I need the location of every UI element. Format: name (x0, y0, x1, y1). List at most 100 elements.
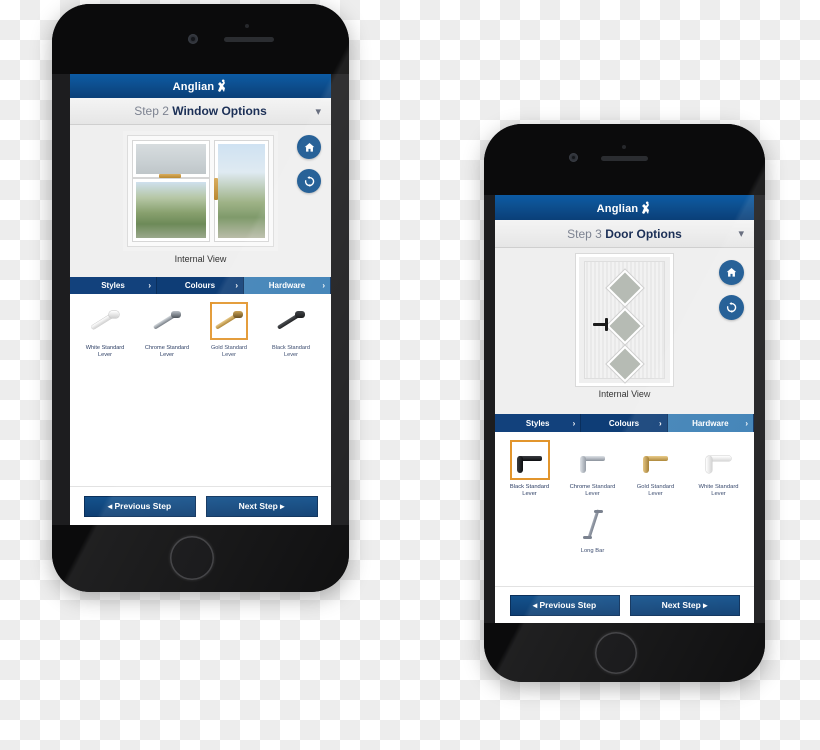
step-title: Window Options (172, 104, 267, 118)
option-tabs: Styles › Colours › Hardware › (495, 414, 754, 432)
window-lever-icon (90, 306, 120, 336)
home-button-hardware[interactable] (595, 632, 637, 674)
refresh-icon (304, 175, 314, 187)
left-arrow-icon: ◂ (107, 500, 113, 511)
previous-step-button[interactable]: ◂ Previous Step (509, 594, 620, 616)
preview-caption: Internal View (174, 254, 227, 264)
phone2-bottom-bezel (484, 623, 765, 682)
window-lever-icon (276, 306, 306, 336)
chevron-down-icon[interactable]: ▾ (315, 105, 321, 118)
tab-hardware[interactable]: Hardware › (244, 277, 331, 294)
tab-styles-label: Styles (101, 281, 125, 290)
door-leaf (584, 261, 665, 380)
home-button[interactable] (297, 135, 321, 159)
hardware-option[interactable]: White Standard Lever (74, 302, 136, 358)
previous-step-label: Previous Step (114, 501, 172, 511)
hardware-subname: Lever (648, 490, 663, 497)
anglian-logo-text: Anglian (172, 81, 215, 93)
reset-button[interactable] (297, 169, 321, 193)
hardware-option-selected[interactable]: Black Standard Lever (498, 440, 561, 498)
hardware-thumbnail[interactable] (148, 302, 186, 340)
tab-colours[interactable]: Colours › (581, 414, 668, 432)
hardware-name: Black Standard (272, 345, 310, 351)
next-step-button[interactable]: Next Step ▸ (205, 495, 318, 517)
chevron-right-icon: › (148, 281, 151, 290)
door-lever-icon (703, 444, 735, 476)
anglian-logo-text: Anglian (596, 202, 639, 215)
door-glass-diamond (608, 310, 641, 342)
hardware-thumbnail[interactable] (698, 440, 739, 480)
hardware-thumbnail[interactable] (509, 440, 550, 480)
proximity-sensor-icon (622, 145, 626, 149)
home-button-hardware[interactable] (170, 536, 214, 580)
hardware-thumbnail[interactable] (572, 503, 613, 544)
anglian-logo: Anglian (597, 201, 653, 215)
window-bottom-sash (131, 178, 211, 242)
tab-colours[interactable]: Colours › (157, 277, 244, 294)
tab-styles[interactable]: Styles › (70, 277, 157, 294)
hardware-thumbnail[interactable] (86, 302, 124, 340)
hardware-subname: Lever (98, 351, 112, 358)
hardware-name: White Standard (698, 484, 739, 490)
anglian-logo: Anglian (173, 79, 229, 93)
earpiece-speaker-icon (601, 156, 648, 161)
chevron-right-icon: › (235, 281, 238, 290)
hardware-option[interactable]: Chrome Standard Lever (561, 440, 624, 498)
home-icon (726, 268, 737, 277)
phone1-screen: Anglian Step 2 Window Options ▾ Internal… (70, 74, 331, 525)
long-bar-handle-icon (578, 507, 608, 541)
step-header[interactable]: Step 2 Window Options ▾ (70, 98, 331, 125)
hardware-name: White Standard (85, 345, 125, 351)
phone1-bottom-bezel (52, 525, 349, 592)
home-button[interactable] (719, 260, 744, 285)
previous-step-button[interactable]: ◂ Previous Step (83, 495, 196, 517)
window-top-sash (131, 140, 211, 178)
step-title: Door Options (605, 226, 682, 241)
hardware-option-selected[interactable]: Gold Standard Lever (198, 302, 260, 358)
next-step-button[interactable]: Next Step ▸ (629, 594, 740, 616)
previous-step-label: Previous Step (539, 600, 597, 610)
door-lever-icon (577, 444, 609, 476)
step-navigation-bar: ◂ Previous Step Next Step ▸ (70, 486, 331, 525)
front-camera-icon (569, 153, 578, 162)
hardware-label: White Standard Lever (86, 345, 125, 358)
tab-hardware[interactable]: Hardware › (667, 414, 754, 432)
hardware-thumbnail[interactable] (572, 440, 613, 480)
phone-device-door-options: Anglian Step 3 Door Options ▾ Internal V… (484, 124, 765, 682)
tab-styles[interactable]: Styles › (495, 414, 582, 432)
chevron-right-icon: › (572, 418, 576, 428)
hardware-name: Chrome Standard (569, 484, 616, 490)
hardware-name: Long Bar (580, 547, 605, 554)
hardware-thumbnail[interactable] (272, 302, 310, 340)
hardware-option[interactable]: Long Bar (561, 503, 624, 555)
hardware-thumbnail[interactable] (210, 302, 248, 340)
hardware-subname: Lever (284, 351, 298, 358)
right-arrow-icon: ▸ (280, 500, 285, 511)
earpiece-speaker-icon (224, 37, 274, 42)
app-header-bar: Anglian (495, 195, 754, 220)
hardware-thumbnail[interactable] (635, 440, 676, 480)
reset-button[interactable] (719, 295, 744, 320)
door-glass-diamond (608, 272, 641, 304)
hardware-label: White Standard Lever (699, 484, 739, 498)
chevron-down-icon[interactable]: ▾ (738, 227, 744, 240)
window-lever-icon (152, 306, 182, 336)
hardware-option[interactable]: Gold Standard Lever (624, 440, 687, 498)
hardware-label: Chrome Standard Lever (145, 345, 189, 358)
hardware-option[interactable]: Chrome Standard Lever (136, 302, 198, 358)
hardware-label: Chrome Standard Lever (570, 484, 616, 498)
hardware-label: Long Bar (581, 548, 605, 555)
tab-colours-label: Colours (184, 281, 216, 290)
tab-hardware-label: Hardware (268, 281, 306, 290)
tab-hardware-label: Hardware (692, 418, 729, 428)
hardware-option[interactable]: White Standard Lever (687, 440, 750, 498)
hardware-option[interactable]: Black Standard Lever (260, 302, 322, 358)
step-header[interactable]: Step 3 Door Options ▾ (495, 220, 754, 248)
chevron-right-icon: › (322, 281, 325, 290)
step-navigation-bar: ◂ Previous Step Next Step ▸ (495, 586, 754, 623)
window-side-handle-icon (214, 177, 219, 200)
hardware-subname: Lever (160, 351, 174, 358)
door-lever-icon (640, 444, 672, 476)
preview-caption: Internal View (598, 389, 651, 399)
phone2-screen: Anglian Step 3 Door Options ▾ Internal V… (495, 195, 754, 623)
